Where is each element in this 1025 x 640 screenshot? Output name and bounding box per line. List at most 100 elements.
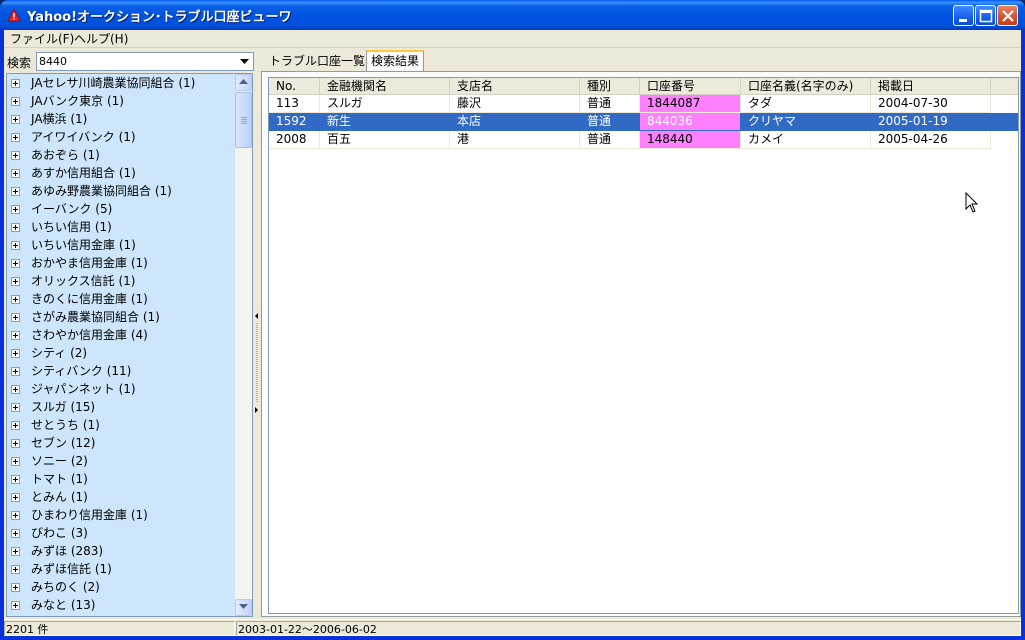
tree-item[interactable]: びわこ (3) <box>7 524 236 542</box>
expand-plus-icon[interactable] <box>11 205 20 214</box>
maximize-button[interactable] <box>975 5 996 26</box>
search-combobox[interactable] <box>36 52 254 71</box>
tree-item[interactable]: ジャパンネット (1) <box>7 380 236 398</box>
expand-plus-icon[interactable] <box>11 277 20 286</box>
tree-item[interactable]: あおぞら (1) <box>7 146 236 164</box>
table-row[interactable]: 1592 新生 本店 普通 844036 クリヤマ 2005-01-19 <box>269 113 1018 131</box>
tree-item[interactable]: みなと (13) <box>7 596 236 614</box>
expand-plus-icon[interactable] <box>11 565 20 574</box>
search-results-panel: No. 金融機関名 支店名 種別 口座番号 口座名義(名字のみ) 掲載日 113… <box>261 71 1021 617</box>
pane-splitter[interactable] <box>253 73 261 617</box>
menu-help[interactable]: ヘルプ(H) <box>68 31 134 47</box>
expand-plus-icon[interactable] <box>11 529 20 538</box>
expand-plus-icon[interactable] <box>11 511 20 520</box>
tab-trouble-list[interactable]: トラブル口座一覧 <box>265 52 369 72</box>
col-header-type[interactable]: 種別 <box>580 78 640 95</box>
tree-item-label: みなと (13) <box>31 598 96 612</box>
tree-item-label: セブン (12) <box>31 436 96 450</box>
col-header-no[interactable]: No. <box>269 78 320 95</box>
minimize-button[interactable] <box>953 5 974 26</box>
scroll-thumb[interactable] <box>235 92 252 148</box>
tree-item[interactable]: さわやか信用金庫 (4) <box>7 326 236 344</box>
expand-plus-icon[interactable] <box>11 331 20 340</box>
expand-plus-icon[interactable] <box>11 583 20 592</box>
col-header-holder[interactable]: 口座名義(名字のみ) <box>741 78 871 95</box>
expand-plus-icon[interactable] <box>11 241 20 250</box>
tree-item[interactable]: いちい信用 (1) <box>7 218 236 236</box>
warning-app-icon <box>7 8 21 22</box>
tree-item-label: イーバンク (5) <box>31 202 113 216</box>
tree-item[interactable]: おかやま信用金庫 (1) <box>7 254 236 272</box>
tree-item[interactable]: ひまわり信用金庫 (1) <box>7 506 236 524</box>
col-header-branch[interactable]: 支店名 <box>450 78 580 95</box>
expand-plus-icon[interactable] <box>11 403 20 412</box>
expand-plus-icon[interactable] <box>11 367 20 376</box>
expand-plus-icon[interactable] <box>11 295 20 304</box>
expand-plus-icon[interactable] <box>11 457 20 466</box>
cell-date: 2005-04-26 <box>871 131 991 149</box>
cell-account: 844036 <box>640 113 741 131</box>
search-dropdown-button[interactable] <box>236 53 253 70</box>
expand-plus-icon[interactable] <box>11 223 20 232</box>
tree-item[interactable]: とみん (1) <box>7 488 236 506</box>
close-button[interactable] <box>997 5 1018 26</box>
tree-item[interactable]: スルガ (15) <box>7 398 236 416</box>
cell-branch: 藤沢 <box>450 95 580 113</box>
expand-plus-icon[interactable] <box>11 601 20 610</box>
tree-item[interactable]: さがみ農業協同組合 (1) <box>7 308 236 326</box>
title-bar[interactable]: Yahoo!オークション･トラブル口座ビューワ <box>0 0 1025 30</box>
tree-item[interactable]: ソニー (2) <box>7 452 236 470</box>
expand-plus-icon[interactable] <box>11 97 20 106</box>
tree-item-label: みちのく (2) <box>31 580 100 594</box>
expand-plus-icon[interactable] <box>11 547 20 556</box>
cell-no: 2008 <box>269 131 320 149</box>
tree-item-label: トマト (1) <box>31 472 88 486</box>
bank-tree[interactable]: JAセレサ川崎農業協同組合 (1) JAバンク東京 (1) JA横浜 (1) アイワイ… <box>6 73 253 617</box>
tree-item[interactable]: きのくに信用金庫 (1) <box>7 290 236 308</box>
expand-plus-icon[interactable] <box>11 259 20 268</box>
expand-plus-icon[interactable] <box>11 169 20 178</box>
expand-plus-icon[interactable] <box>11 133 20 142</box>
tree-item[interactable]: トマト (1) <box>7 470 236 488</box>
tree-item[interactable]: いちい信用金庫 (1) <box>7 236 236 254</box>
scroll-down-button[interactable] <box>235 599 252 616</box>
expand-plus-icon[interactable] <box>11 79 20 88</box>
expand-plus-icon[interactable] <box>11 115 20 124</box>
tree-item[interactable]: シティバンク (11) <box>7 362 236 380</box>
tree-item[interactable]: JA横浜 (1) <box>7 110 236 128</box>
expand-plus-icon[interactable] <box>11 151 20 160</box>
tree-item[interactable]: みずほ信託 (1) <box>7 560 236 578</box>
tree-item[interactable]: せとうち (1) <box>7 416 236 434</box>
col-header-date[interactable]: 掲載日 <box>871 78 991 95</box>
tree-item[interactable]: あゆみ野農業協同組合 (1) <box>7 182 236 200</box>
tab-search-results[interactable]: 検索結果 <box>366 50 425 72</box>
table-row[interactable]: 2008 百五港普通 148440 カメイ 2005-04-26 <box>269 131 1018 149</box>
tree-item[interactable]: みちのく (2) <box>7 578 236 596</box>
tree-item-label: おかやま信用金庫 (1) <box>31 256 148 270</box>
expand-plus-icon[interactable] <box>11 475 20 484</box>
tree-item[interactable]: JAバンク東京 (1) <box>7 92 236 110</box>
col-header-account[interactable]: 口座番号 <box>640 78 741 95</box>
scroll-up-button[interactable] <box>235 74 252 91</box>
tree-item[interactable]: みずほ (283) <box>7 542 236 560</box>
tree-item[interactable]: JAセレサ川崎農業協同組合 (1) <box>7 74 236 92</box>
tree-item-label: さわやか信用金庫 (4) <box>31 328 148 342</box>
expand-plus-icon[interactable] <box>11 187 20 196</box>
tree-item[interactable]: シティ (2) <box>7 344 236 362</box>
search-input[interactable] <box>39 54 235 69</box>
tree-item[interactable]: あすか信用組合 (1) <box>7 164 236 182</box>
table-row[interactable]: 113 スルガ 藤沢 普通 1844087 タダ 2004-07-30 <box>269 95 1018 113</box>
expand-plus-icon[interactable] <box>11 439 20 448</box>
results-grid[interactable]: No. 金融機関名 支店名 種別 口座番号 口座名義(名字のみ) 掲載日 113… <box>268 77 1019 614</box>
tree-item[interactable]: アイワイバンク (1) <box>7 128 236 146</box>
expand-plus-icon[interactable] <box>11 421 20 430</box>
tree-item[interactable]: オリックス信託 (1) <box>7 272 236 290</box>
expand-plus-icon[interactable] <box>11 493 20 502</box>
col-header-bank[interactable]: 金融機関名 <box>320 78 450 95</box>
expand-plus-icon[interactable] <box>11 349 20 358</box>
tree-item[interactable]: セブン (12) <box>7 434 236 452</box>
expand-plus-icon[interactable] <box>11 385 20 394</box>
tree-vertical-scrollbar[interactable] <box>235 74 252 616</box>
tree-item[interactable]: イーバンク (5) <box>7 200 236 218</box>
expand-plus-icon[interactable] <box>11 313 20 322</box>
